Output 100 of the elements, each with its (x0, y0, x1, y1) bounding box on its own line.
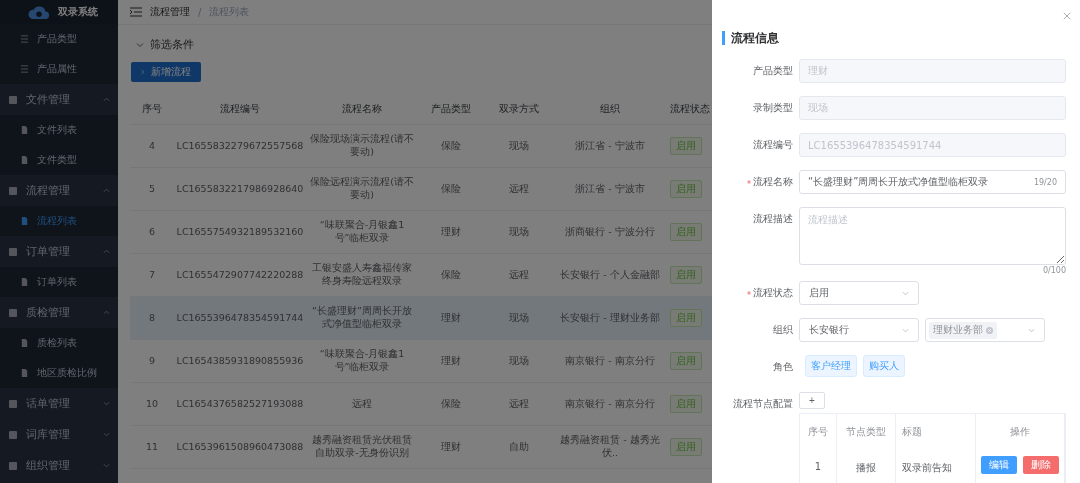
table-cell-text: 保险现场演示流程(请不要动) (309, 133, 415, 159)
column-header: 标题 (896, 414, 976, 450)
table-cell-text: 4 (147, 139, 156, 153)
table-cell-text: “味联聚合-月银鑫1号”临柜双录 (318, 219, 406, 245)
chevron-icon (103, 309, 110, 316)
table-cell-text: 5 (147, 182, 156, 196)
column-header: 组织 (599, 102, 621, 116)
document-icon (20, 338, 29, 348)
chevron-icon (103, 96, 110, 103)
column-header: 序号 (800, 414, 837, 450)
table-cell-text: “味联聚合-月银鑫1号”临柜双录 (318, 348, 406, 374)
chevron-icon (1028, 326, 1035, 334)
table-cell-text: LC1653961508960473088 (175, 440, 305, 454)
column-header: 双录方式 (498, 102, 540, 116)
department-select[interactable]: 理财业务部 (925, 318, 1045, 342)
chevron-icon (902, 289, 909, 297)
table-cell-text: 保险 (440, 268, 462, 282)
menu-group[interactable]: 词库管理 (0, 419, 118, 450)
column-header: 流程状态 (669, 102, 711, 116)
menu-group[interactable]: 流程管理 (0, 175, 118, 206)
breadcrumb-item[interactable]: 流程管理 (150, 5, 190, 19)
table-cell-text: 越秀融资租赁光伏租赁自助双录-无身份识别 (311, 434, 413, 460)
table-cell-text: 现场 (508, 225, 530, 239)
menu-group[interactable]: 质检管理 (0, 297, 118, 328)
department-tag: 理财业务部 (929, 321, 997, 339)
table-cell-text: 远程 (508, 268, 530, 282)
table-cell-text: 保险 (440, 139, 462, 153)
table-cell-text: LC1655754932189532160 (175, 225, 305, 239)
column-header: 流程编号 (219, 102, 261, 116)
table-cell-text: LC1655832279672557568 (175, 139, 305, 153)
table-cell-text: 8 (147, 311, 156, 325)
table-cell-text: LC1655832217986928640 (175, 182, 305, 196)
column-header: 操作 (976, 414, 1065, 450)
table-cell-text: LC1655396478354591744 (175, 311, 305, 325)
column-header: 节点类型 (837, 414, 896, 450)
chevron-icon[interactable] (136, 40, 144, 49)
folder-icon (8, 246, 18, 257)
list-icon (20, 64, 29, 74)
close-icon[interactable] (986, 326, 993, 334)
char-counter: 0/100 (1041, 266, 1066, 275)
folder-icon (8, 185, 18, 196)
cloud-logo-icon (28, 3, 50, 21)
caret-icon (141, 69, 145, 75)
app-name: 双录系统 (58, 5, 98, 19)
chevron-icon (103, 400, 110, 407)
table-cell-text: 保险 (440, 182, 462, 196)
chevron-icon (103, 187, 110, 194)
table-cell-text: 保险 (440, 397, 462, 411)
edit-button[interactable]: 编辑 (981, 456, 1017, 474)
table-cell-text: 11 (144, 440, 160, 454)
table-cell-text: “长盛理财”周周长开放式净值型临柜双录 (311, 305, 413, 331)
required-mark-icon (747, 291, 751, 295)
table-cell-text: 10 (144, 397, 160, 411)
status-tag: 启用 (670, 351, 702, 371)
column-header: 序号 (141, 102, 163, 116)
column-header: 产品类型 (430, 102, 472, 116)
close-icon[interactable] (1063, 12, 1071, 20)
menu-group[interactable]: 文件管理 (0, 84, 118, 115)
table-cell-text: 浙江省 - 宁波市 (574, 139, 646, 153)
folder-icon (8, 398, 18, 409)
add-flow-button[interactable]: 新增流程 (131, 62, 201, 82)
status-tag: 启用 (670, 308, 702, 328)
table-cell-text: 自助 (508, 440, 530, 454)
table-cell-text: LC1655472907742220288 (175, 268, 305, 282)
role-tag: 购买人 (863, 355, 905, 377)
status-tag: 启用 (670, 437, 702, 457)
table-cell-text: 长安银行 - 个人金融部 (559, 268, 661, 282)
table-cell-text: 长安银行 - 理财业务部 (559, 311, 661, 325)
table-cell-text: 远程 (508, 397, 530, 411)
list-icon (20, 34, 29, 44)
folder-icon (8, 307, 18, 318)
chevron-icon (103, 462, 110, 469)
document-icon (20, 216, 29, 226)
table-cell: 播报 (837, 450, 896, 483)
folder-icon (8, 460, 18, 471)
table-cell-text: 现场 (508, 139, 530, 153)
document-icon (20, 155, 29, 165)
delete-button[interactable]: 删除 (1023, 456, 1059, 474)
status-tag: 启用 (670, 179, 702, 199)
status-tag: 启用 (670, 222, 702, 242)
field-label: 角色 (773, 360, 793, 374)
table-cell-text: 远程 (508, 182, 530, 196)
char-counter: 19/20 (1033, 177, 1057, 187)
organization-select[interactable]: 长安银行 (799, 318, 919, 342)
table-cell-text: 理财 (440, 440, 462, 454)
add-node-button[interactable]: + (799, 392, 825, 409)
column-header: 流程名称 (341, 102, 383, 116)
table-cell-text: 理财 (440, 311, 462, 325)
status-select[interactable]: 启用 (799, 281, 919, 305)
status-tag: 启用 (670, 136, 702, 156)
table-cell: 双录前告知 (896, 450, 976, 483)
field-label: 组织 (773, 323, 793, 337)
chevron-icon (103, 248, 110, 255)
field-label: 流程名称 (753, 175, 793, 189)
text-field[interactable]: “长盛理财”周周长开放式净值型临柜双录 19/20 (799, 170, 1066, 194)
table-cell-text: 越秀融资租赁 - 越秀光伏.. (559, 434, 661, 460)
field-label: 流程状态 (753, 286, 793, 300)
table-cell-text: 浙江省 - 宁波市 (574, 182, 646, 196)
menu-group[interactable]: 订单管理 (0, 236, 118, 267)
menu-icon[interactable] (130, 7, 142, 17)
